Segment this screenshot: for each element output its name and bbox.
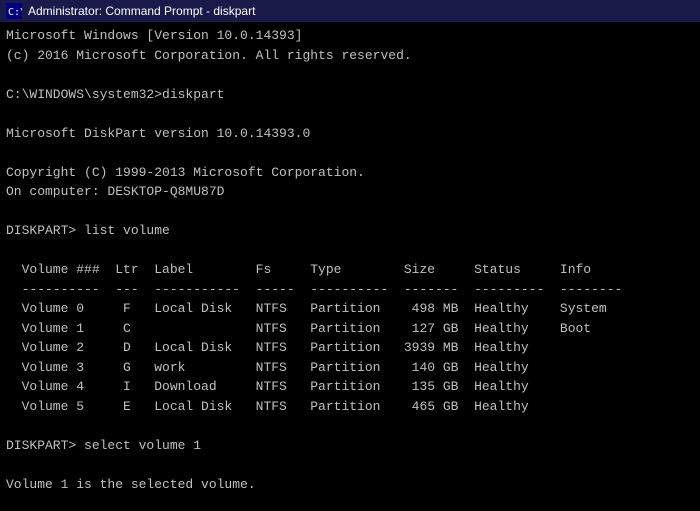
terminal-line [6, 65, 694, 85]
terminal-line [6, 416, 694, 436]
terminal-line [6, 455, 694, 475]
terminal-line: Volume ### Ltr Label Fs Type Size Status… [6, 260, 694, 280]
terminal-line: Volume 2 D Local Disk NTFS Partition 393… [6, 338, 694, 358]
terminal-line: Volume 3 G work NTFS Partition 140 GB He… [6, 358, 694, 378]
svg-text:C:\: C:\ [8, 7, 22, 18]
terminal-line: DISKPART> list volume [6, 221, 694, 241]
terminal-line [6, 104, 694, 124]
terminal-line: Volume 0 F Local Disk NTFS Partition 498… [6, 299, 694, 319]
cmd-icon: C:\ [6, 3, 22, 19]
terminal-line [6, 494, 694, 511]
terminal-line: DISKPART> select volume 1 [6, 436, 694, 456]
terminal-line: Copyright (C) 1999-2013 Microsoft Corpor… [6, 163, 694, 183]
terminal-line: Microsoft Windows [Version 10.0.14393] [6, 26, 694, 46]
terminal-line [6, 143, 694, 163]
terminal-line [6, 202, 694, 222]
terminal-line [6, 241, 694, 261]
terminal-line: Volume 1 is the selected volume. [6, 475, 694, 495]
terminal-line: ---------- --- ----------- ----- -------… [6, 280, 694, 300]
terminal-line: C:\WINDOWS\system32>diskpart [6, 85, 694, 105]
terminal-line: Volume 1 C NTFS Partition 127 GB Healthy… [6, 319, 694, 339]
title-bar-text: Administrator: Command Prompt - diskpart [28, 4, 694, 18]
terminal-line: Volume 4 I Download NTFS Partition 135 G… [6, 377, 694, 397]
terminal-line: Microsoft DiskPart version 10.0.14393.0 [6, 124, 694, 144]
terminal-line: (c) 2016 Microsoft Corporation. All righ… [6, 46, 694, 66]
terminal: Microsoft Windows [Version 10.0.14393](c… [0, 22, 700, 511]
title-bar: C:\ Administrator: Command Prompt - disk… [0, 0, 700, 22]
terminal-line: Volume 5 E Local Disk NTFS Partition 465… [6, 397, 694, 417]
terminal-line: On computer: DESKTOP-Q8MU87D [6, 182, 694, 202]
